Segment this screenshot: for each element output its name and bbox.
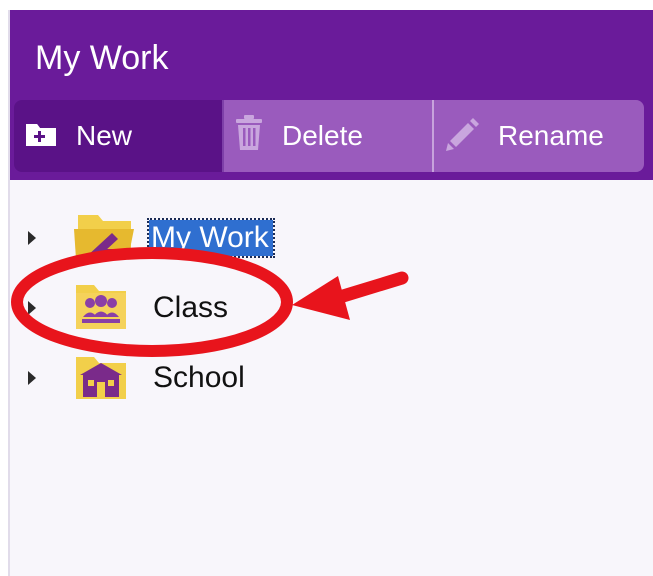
- delete-button-label: Delete: [282, 120, 363, 151]
- tree-item-class[interactable]: Class: [10, 283, 653, 333]
- folder-tree: My Work Class School: [10, 180, 653, 576]
- trash-icon: [234, 114, 264, 159]
- tree-item-school[interactable]: School: [10, 353, 653, 403]
- class-folder-icon: [72, 281, 130, 338]
- expand-caret-icon[interactable]: [28, 301, 36, 315]
- new-folder-icon: [24, 118, 58, 155]
- new-button[interactable]: New: [14, 100, 224, 172]
- expand-caret-icon[interactable]: [28, 371, 36, 385]
- tree-item-label: Class: [153, 291, 229, 324]
- my-work-panel: My Work New Delete Rename My Work Class …: [8, 10, 653, 576]
- school-icon: [72, 351, 130, 408]
- panel-title: My Work: [35, 39, 169, 77]
- rename-button[interactable]: Rename: [434, 100, 644, 172]
- expand-caret-icon[interactable]: [28, 231, 36, 245]
- pencil-icon: [444, 115, 480, 158]
- tree-item-label: School: [153, 361, 245, 394]
- toolbar: New Delete Rename: [14, 100, 644, 172]
- rename-button-label: Rename: [498, 120, 604, 151]
- tree-item-my-work[interactable]: My Work: [10, 213, 653, 264]
- new-button-label: New: [76, 120, 133, 151]
- delete-button[interactable]: Delete: [224, 100, 434, 172]
- panel-header: My Work New Delete Rename: [10, 10, 653, 180]
- tree-item-label: My Work: [147, 218, 275, 258]
- folder-pen-icon: [72, 209, 138, 270]
